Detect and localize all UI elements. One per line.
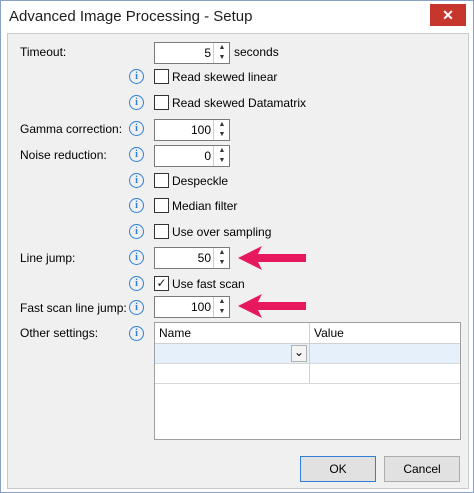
- cancel-button[interactable]: Cancel: [384, 456, 460, 482]
- timeout-label: Timeout:: [20, 45, 67, 59]
- fast-scan-line-jump-value[interactable]: 100: [155, 297, 211, 317]
- name-cell[interactable]: ⌄: [155, 344, 310, 363]
- line-jump-value[interactable]: 50: [155, 248, 211, 268]
- noise-spin-down-icon[interactable]: ▼: [214, 156, 230, 166]
- close-icon: ✕: [442, 7, 454, 23]
- table-row[interactable]: ⌄: [155, 344, 460, 364]
- dialog-body: Timeout: 5 ▲ ▼ seconds i Read skewed line…: [7, 33, 469, 489]
- other-settings-label: Other settings:: [20, 326, 99, 340]
- despeckle-checkbox[interactable]: [154, 173, 169, 188]
- use-fast-scan-checkbox[interactable]: ✓: [154, 276, 169, 291]
- timeout-unit: seconds: [234, 45, 279, 59]
- median-filter-label[interactable]: Median filter: [172, 199, 237, 213]
- column-header-value[interactable]: Value: [310, 323, 460, 344]
- gamma-spin-down-icon[interactable]: ▼: [214, 130, 230, 140]
- name-cell[interactable]: [155, 364, 310, 383]
- setup-dialog: Advanced Image Processing - Setup ✕ Time…: [0, 0, 474, 493]
- fast-scan-line-jump-label: Fast scan line jump:: [20, 301, 127, 315]
- table-row[interactable]: [155, 364, 460, 384]
- value-cell[interactable]: [310, 344, 460, 363]
- gamma-correction-label: Gamma correction:: [20, 122, 123, 136]
- fast-scan-spin-down-icon[interactable]: ▼: [214, 307, 230, 317]
- despeckle-label[interactable]: Despeckle: [172, 174, 228, 188]
- gamma-correction-spinner[interactable]: 100 ▲ ▼: [154, 119, 230, 141]
- title-bar[interactable]: Advanced Image Processing - Setup ✕: [1, 1, 473, 33]
- info-icon[interactable]: i: [129, 95, 144, 110]
- fast-scan-spin-up-icon[interactable]: ▲: [214, 297, 230, 307]
- column-header-name[interactable]: Name: [155, 323, 310, 344]
- ok-button[interactable]: OK: [300, 456, 376, 482]
- info-icon[interactable]: i: [129, 224, 144, 239]
- line-jump-label: Line jump:: [20, 251, 76, 265]
- use-fast-scan-label[interactable]: Use fast scan: [172, 277, 245, 291]
- noise-reduction-spinner[interactable]: 0 ▲ ▼: [154, 145, 230, 167]
- dropdown-chevron-icon[interactable]: ⌄: [291, 345, 307, 362]
- info-icon[interactable]: i: [129, 173, 144, 188]
- annotation-arrow-icon: [238, 246, 306, 270]
- info-icon[interactable]: i: [129, 69, 144, 84]
- timeout-value[interactable]: 5: [155, 43, 211, 63]
- read-skewed-linear-label[interactable]: Read skewed linear: [172, 70, 277, 84]
- timeout-spinner[interactable]: 5 ▲ ▼: [154, 42, 230, 64]
- info-icon[interactable]: i: [129, 276, 144, 291]
- window-title: Advanced Image Processing - Setup: [9, 8, 253, 25]
- annotation-arrow-icon: [238, 294, 306, 318]
- gamma-spin-up-icon[interactable]: ▲: [214, 120, 230, 130]
- read-skewed-linear-checkbox[interactable]: [154, 69, 169, 84]
- use-over-sampling-label[interactable]: Use over sampling: [172, 225, 271, 239]
- info-icon[interactable]: i: [129, 326, 144, 341]
- info-icon[interactable]: i: [129, 121, 144, 136]
- use-over-sampling-checkbox[interactable]: [154, 224, 169, 239]
- read-skewed-datamatrix-checkbox[interactable]: [154, 95, 169, 110]
- noise-spin-up-icon[interactable]: ▲: [214, 146, 230, 156]
- close-button[interactable]: ✕: [430, 4, 466, 26]
- info-icon[interactable]: i: [129, 198, 144, 213]
- line-jump-spin-up-icon[interactable]: ▲: [214, 248, 230, 258]
- fast-scan-line-jump-spinner[interactable]: 100 ▲ ▼: [154, 296, 230, 318]
- read-skewed-datamatrix-label[interactable]: Read skewed Datamatrix: [172, 96, 306, 110]
- info-icon[interactable]: i: [129, 147, 144, 162]
- timeout-spin-down-icon[interactable]: ▼: [214, 53, 230, 63]
- other-settings-grid[interactable]: Name Value ⌄: [154, 322, 461, 440]
- noise-reduction-label: Noise reduction:: [20, 148, 107, 162]
- info-icon[interactable]: i: [129, 300, 144, 315]
- checkmark-icon: ✓: [156, 276, 167, 290]
- line-jump-spinner[interactable]: 50 ▲ ▼: [154, 247, 230, 269]
- line-jump-spin-down-icon[interactable]: ▼: [214, 258, 230, 268]
- median-filter-checkbox[interactable]: [154, 198, 169, 213]
- noise-reduction-value[interactable]: 0: [155, 146, 211, 166]
- value-cell[interactable]: [310, 364, 460, 383]
- gamma-correction-value[interactable]: 100: [155, 120, 211, 140]
- timeout-spin-up-icon[interactable]: ▲: [214, 43, 230, 53]
- info-icon[interactable]: i: [129, 250, 144, 265]
